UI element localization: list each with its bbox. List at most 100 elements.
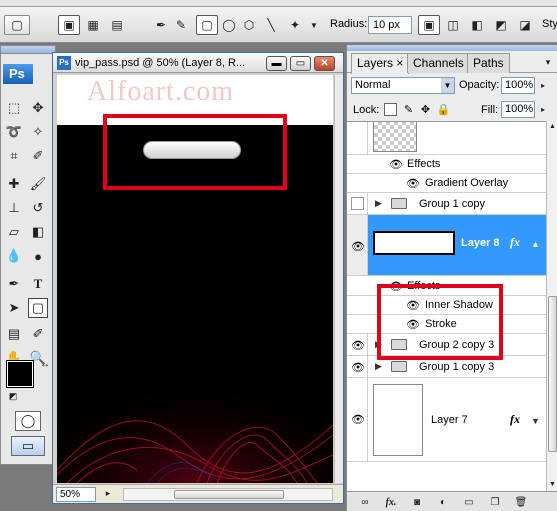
tools-panel-grip[interactable] [1, 46, 55, 54]
lock-position-icon[interactable]: ✥ [419, 103, 432, 116]
quick-mask-icon[interactable]: ◯ [15, 411, 41, 431]
maximize-button[interactable]: ▭ [290, 56, 311, 71]
fill-input[interactable]: 100% [501, 101, 535, 118]
lock-all-icon[interactable]: 🔒 [437, 103, 451, 116]
radius-input[interactable]: 10 px [368, 16, 412, 34]
intersect-shape-icon[interactable]: ◩ [490, 15, 512, 35]
link-layers-icon[interactable]: ∞ [357, 495, 373, 509]
crop-tool-icon[interactable]: ⌗ [4, 146, 24, 166]
layer-name: Group 1 copy 3 [419, 361, 495, 373]
visibility-cell[interactable] [347, 122, 368, 154]
eye-icon[interactable]: 👁 [350, 412, 366, 426]
pen-tool-icon[interactable]: ✒ [4, 274, 24, 294]
tab-paths[interactable]: Paths [467, 53, 510, 73]
eraser-tool-icon[interactable]: ▱ [4, 222, 24, 242]
tab-layers[interactable]: Layers × [351, 53, 410, 74]
adjustment-layer-icon[interactable]: ◐ [435, 495, 451, 509]
eye-icon[interactable]: 👁 [350, 338, 366, 352]
panel-menu-icon[interactable]: ▾ [541, 54, 555, 70]
dodge-tool-icon[interactable]: ● [28, 246, 48, 266]
new-group-icon[interactable]: ▭ [461, 495, 477, 509]
visibility-toggle-empty[interactable] [351, 197, 364, 210]
status-menu-icon[interactable]: ▸ [101, 485, 115, 502]
custom-shape-icon[interactable]: ✦ [284, 15, 306, 35]
blur-tool-icon[interactable]: 💧 [4, 246, 24, 266]
eye-icon[interactable]: 👁 [388, 157, 404, 171]
brush-tool-icon[interactable]: 🖌 [28, 174, 48, 194]
magic-wand-tool-icon[interactable]: ✧ [28, 122, 48, 142]
document-title-bar[interactable]: Ps vip_pass.psd @ 50% (Layer 8, R... ▬ ▭… [53, 53, 343, 73]
eyedropper-tool-icon[interactable]: ✐ [28, 146, 48, 166]
healing-brush-tool-icon[interactable]: ✚ [4, 174, 24, 194]
rounded-rectangle-icon[interactable]: ▢ [196, 15, 218, 35]
opacity-slider-icon[interactable]: ▸ [537, 78, 549, 93]
layers-scroll-thumb[interactable] [548, 296, 557, 452]
marquee-tool-icon[interactable]: ⬚ [4, 98, 24, 118]
layers-vertical-scrollbar[interactable]: ▲ ▼ [546, 121, 557, 491]
notes-tool-icon[interactable]: ▤ [4, 324, 24, 344]
fill-slider-icon[interactable]: ▸ [537, 102, 549, 117]
pen-icon[interactable]: ✒ [152, 15, 170, 35]
history-brush-tool-icon[interactable]: ↺ [28, 198, 48, 218]
eye-icon[interactable]: 👁 [350, 360, 366, 374]
screen-mode-icon[interactable]: ▭ [11, 436, 45, 456]
paths-icon[interactable]: ▦ [82, 15, 104, 35]
subtract-shape-icon[interactable]: ◧ [466, 15, 488, 35]
layer-thumbnail [373, 231, 455, 255]
expand-arrow-icon[interactable]: ▶ [375, 361, 382, 372]
document-vertical-scrollbar[interactable] [334, 75, 343, 483]
new-layer-icon[interactable]: ❐ [487, 495, 503, 509]
eyedropper-sample-tool-icon[interactable]: ✐ [28, 324, 48, 344]
document-horizontal-scrollbar[interactable] [123, 488, 333, 501]
shape-options-chevron-icon[interactable]: ▼ [308, 15, 320, 35]
gradient-tool-icon[interactable]: ◧ [28, 222, 48, 242]
minimize-button[interactable]: ▬ [266, 56, 287, 71]
exclude-shape-icon[interactable]: ◪ [514, 15, 536, 35]
fx-badge-icon[interactable]: fx [510, 412, 520, 427]
line-icon[interactable]: ╲ [262, 15, 280, 35]
scroll-down-icon[interactable]: ▼ [547, 479, 557, 490]
new-shape-layer-icon[interactable]: ▣ [418, 15, 440, 35]
tab-channels[interactable]: Channels [407, 53, 470, 73]
default-colors-icon[interactable]: ◩ [3, 386, 23, 406]
effects-row[interactable]: 👁 Effects [347, 155, 546, 174]
scroll-up-icon[interactable]: ▲ [547, 121, 557, 132]
horizontal-scroll-thumb[interactable] [174, 490, 284, 499]
effect-row-gradient-overlay[interactable]: 👁 Gradient Overlay [347, 174, 546, 193]
layer-style-fx-icon[interactable]: fx. [383, 495, 399, 509]
shape-layers-icon[interactable]: ▣ [58, 15, 80, 35]
ellipse-icon[interactable]: ◯ [220, 15, 238, 35]
layer-row[interactable]: 👁 Layer 7 fx ▼ [347, 378, 546, 462]
tab-close-icon[interactable]: × [396, 56, 403, 70]
add-to-shape-icon[interactable]: ◫ [442, 15, 464, 35]
lock-image-icon[interactable]: ✎ [402, 103, 415, 116]
expand-effects-arrow-icon[interactable]: ▲ [531, 239, 540, 249]
add-mask-icon[interactable]: ◙ [409, 495, 425, 509]
layer-row-top[interactable] [347, 122, 546, 155]
eye-icon[interactable]: 👁 [350, 239, 366, 253]
move-tool-icon[interactable]: ✥ [28, 98, 48, 118]
eye-icon[interactable]: 👁 [405, 176, 421, 190]
rounded-rectangle-tool-icon[interactable]: ▢ [28, 298, 48, 318]
lasso-tool-icon[interactable]: ➰ [4, 122, 24, 142]
lock-transparent-icon[interactable] [384, 103, 397, 116]
freeform-pen-icon[interactable]: ✎ [172, 15, 190, 35]
opacity-input[interactable]: 100% [501, 77, 535, 94]
blend-mode-select[interactable]: Normal ▼ [351, 77, 455, 94]
canvas[interactable]: Alfoart.com [57, 75, 333, 483]
layer-row-group[interactable]: ▶ Group 1 copy [347, 193, 546, 215]
delete-layer-icon[interactable]: 🗑 [513, 495, 529, 509]
layer-row-selected[interactable]: 👁 Layer 8 fx ▲ [347, 215, 546, 276]
expand-effects-arrow-icon[interactable]: ▼ [531, 416, 540, 426]
polygon-icon[interactable]: ⬡ [240, 15, 258, 35]
tool-preset-icon[interactable]: ▢ [4, 15, 30, 35]
path-selection-tool-icon[interactable]: ➤ [4, 298, 24, 318]
zoom-level-field[interactable]: 50% [56, 487, 96, 502]
type-tool-icon[interactable]: T [28, 274, 48, 294]
foreground-color-swatch[interactable] [6, 360, 34, 388]
clone-stamp-tool-icon[interactable]: ⊥ [4, 198, 24, 218]
fx-badge-icon[interactable]: fx [510, 235, 520, 250]
expand-arrow-icon[interactable]: ▶ [375, 198, 382, 209]
close-button[interactable]: ✕ [314, 56, 335, 71]
fill-pixels-icon[interactable]: ▤ [106, 15, 128, 35]
